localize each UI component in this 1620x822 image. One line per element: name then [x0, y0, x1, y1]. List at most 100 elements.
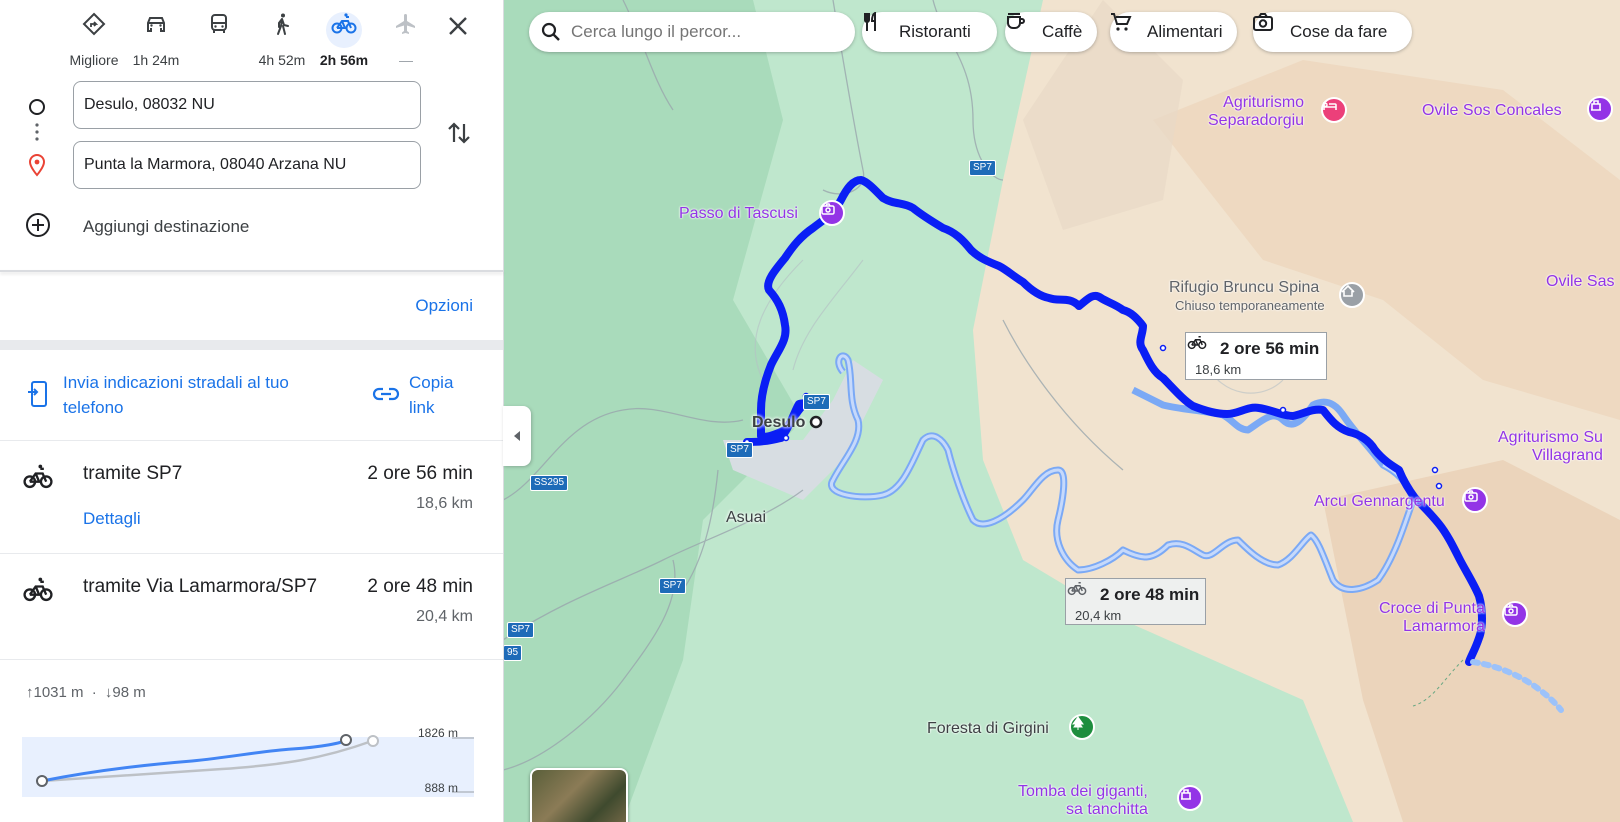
phone-send-icon: [28, 381, 47, 407]
map-canvas[interactable]: SP7 SP7 SP7 SS295 SP7 SP7 95 Agriturismo…: [503, 0, 1620, 822]
poi-rifugio-status: Chiuso temporaneamente: [1175, 298, 1325, 313]
route-label-distance: 18,6 km: [1195, 362, 1242, 377]
poi-label-line: Lamarmora: [1403, 618, 1485, 635]
route-via: tramite Via Lamarmora/SP7: [83, 576, 318, 597]
route-duration-label-main[interactable]: 2 ore 56 min 18,6 km: [1185, 332, 1327, 380]
park-pin-icon[interactable]: [1069, 714, 1095, 740]
route-duration-label-alt[interactable]: 2 ore 48 min 20,4 km: [1065, 578, 1206, 625]
add-circle-icon: [26, 213, 50, 237]
link-icon: [372, 387, 400, 401]
chip-label: Ristoranti: [899, 22, 971, 41]
chip-groceries[interactable]: Alimentari: [1110, 12, 1237, 52]
directions-panel: Migliore 1h 24m 4h 52m 2h 56m — Desulo, …: [0, 0, 504, 822]
ascent-arrow-icon: ↑: [26, 684, 34, 701]
chip-things-to-do[interactable]: Cose da fare: [1253, 12, 1412, 52]
car-icon: [138, 12, 174, 48]
travel-mode-bar: Migliore 1h 24m 4h 52m 2h 56m —: [0, 0, 503, 68]
chip-restaurants[interactable]: Ristoranti: [862, 12, 997, 52]
route-label-distance: 20,4 km: [1075, 608, 1122, 623]
descent-value: 98 m: [112, 684, 146, 701]
end-marker: [340, 734, 352, 746]
coffee-icon: [1007, 13, 1025, 29]
search-along-route[interactable]: [529, 12, 855, 52]
road-tag: SP7: [726, 442, 753, 458]
route-label-duration: 2 ore 56 min: [1220, 339, 1320, 358]
camera-pin-icon[interactable]: [1462, 487, 1488, 513]
shelter-pin-icon[interactable]: [1339, 282, 1365, 308]
divider: [0, 659, 503, 660]
chip-label: Alimentari: [1147, 22, 1223, 41]
poi-label-line: Croce di Punta: [1379, 600, 1485, 617]
options-button[interactable]: Opzioni: [415, 296, 473, 316]
poi-rifugio-bruncu-spina[interactable]: Rifugio Bruncu Spina: [1169, 279, 1319, 297]
poi-label-line: Agriturismo Su: [1498, 429, 1603, 446]
plane-icon: [388, 12, 424, 48]
mode-flight[interactable]: —: [370, 6, 442, 68]
copy-link-button[interactable]: Copia link: [372, 370, 482, 420]
search-input[interactable]: [569, 21, 843, 43]
route-details-link[interactable]: Dettagli: [83, 509, 141, 529]
collapse-panel-button[interactable]: [503, 406, 531, 466]
divider: [0, 340, 503, 350]
route-via: tramite SP7: [83, 463, 183, 484]
best-route-icon: [76, 12, 112, 48]
alt-end-marker: [367, 735, 379, 747]
route-distance: 18,6 km: [416, 495, 473, 512]
cart-icon: [1111, 13, 1132, 31]
close-icon: [449, 17, 467, 35]
dots-icon: [35, 123, 39, 141]
route-label-duration: 2 ore 48 min: [1100, 585, 1200, 604]
poi-agriturismo-su[interactable]: Agriturismo Su Villagrand: [1498, 429, 1603, 465]
max-elevation-label: 1826 m: [418, 726, 458, 740]
road-tag: SP7: [969, 160, 996, 176]
route-duration: 2 ore 48 min: [367, 576, 473, 597]
route-option-1[interactable]: tramite SP7 2 ore 56 min 18,6 km Dettagl…: [0, 440, 503, 551]
bike-icon: [326, 12, 362, 48]
poi-passo-di-tascusi[interactable]: Passo di Tascusi: [679, 205, 798, 223]
town-label-desulo: Desulo: [752, 414, 806, 431]
close-directions-button[interactable]: [440, 8, 476, 44]
add-destination-button[interactable]: Aggiungi destinazione: [24, 210, 324, 240]
route-duration: 2 ore 56 min: [367, 463, 473, 484]
poi-agriturismo-separadorgiu[interactable]: Agriturismo Separadorgiu: [1208, 94, 1304, 130]
camera-icon: [1253, 13, 1273, 31]
poi-tomba-dei-giganti[interactable]: Tomba dei giganti, sa tanchitta: [1018, 783, 1148, 819]
poi-label-line: sa tanchitta: [1066, 801, 1148, 818]
bus-icon: [201, 12, 237, 48]
poi-croce-di-punta-lamarmora[interactable]: Croce di Punta Lamarmora: [1379, 600, 1485, 636]
poi-arcu-gennargentu[interactable]: Arcu Gennargentu: [1314, 493, 1445, 511]
route-distance: 20,4 km: [416, 608, 473, 625]
hotel-pin-icon[interactable]: [1321, 97, 1347, 123]
destination-pin-icon: [28, 153, 46, 177]
chip-cafe[interactable]: Caffè: [1005, 12, 1097, 52]
bike-icon: [23, 577, 53, 602]
mode-car[interactable]: 1h 24m: [120, 6, 192, 68]
bike-icon: [1067, 582, 1087, 596]
destination-input[interactable]: [73, 141, 421, 189]
camera-pin-icon[interactable]: [819, 200, 845, 226]
divider: [0, 270, 503, 272]
camera-pin-icon[interactable]: [1502, 601, 1528, 627]
origin-circle-icon: [29, 99, 45, 115]
town-label-asuai: Asuai: [726, 509, 767, 526]
swap-waypoints-button[interactable]: [444, 118, 474, 148]
landmark-pin-icon[interactable]: [1587, 96, 1613, 122]
elevation-stats: ↑1031 m · ↓98 m: [26, 684, 146, 701]
copy-link-label: Copia link: [409, 373, 454, 417]
poi-ovile-sos-concales[interactable]: Ovile Sos Concales: [1422, 102, 1562, 120]
poi-foresta-di-girgini[interactable]: Foresta di Girgini: [927, 720, 1049, 738]
landmark-pin-icon[interactable]: [1177, 785, 1203, 811]
mode-transit[interactable]: [183, 6, 255, 64]
search-icon: [541, 22, 560, 41]
poi-label-line: Villagrand: [1532, 447, 1603, 464]
road-tag: SS295: [530, 475, 569, 491]
layers-toggle-thumbnail[interactable]: [530, 768, 628, 822]
origin-input[interactable]: [73, 81, 421, 129]
chip-label: Caffè: [1042, 22, 1083, 41]
road-tag: SP7: [507, 622, 534, 638]
send-to-phone-button[interactable]: Invia indicazioni stradali al tuo telefo…: [26, 370, 346, 420]
route-option-2[interactable]: tramite Via Lamarmora/SP7 2 ore 48 min 2…: [0, 553, 503, 664]
chevron-left-icon: [514, 431, 520, 441]
poi-ovile-sas[interactable]: Ovile Sas: [1546, 273, 1614, 291]
road-tag: SP7: [803, 394, 830, 410]
